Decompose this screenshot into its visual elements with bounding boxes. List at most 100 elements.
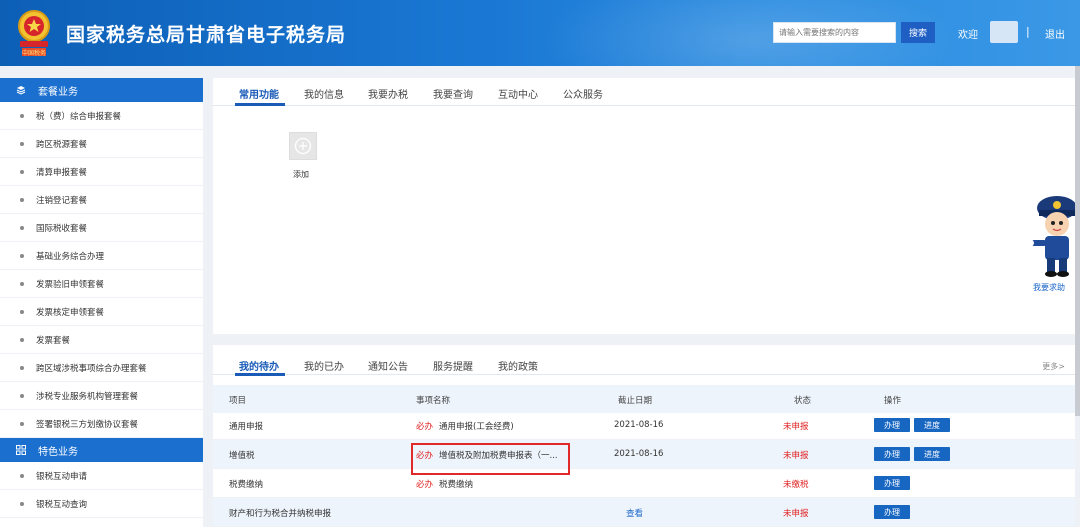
bullet-icon (20, 337, 24, 342)
bullet-icon (20, 421, 24, 426)
progress-button[interactable]: 进度 (914, 418, 950, 432)
view-link[interactable]: 查看 (626, 507, 643, 519)
cell-deadline: 2021-08-16 (614, 449, 664, 459)
tab-my-info[interactable]: 我的信息 (304, 86, 344, 101)
sidebar-item-label: 发票套餐 (36, 335, 71, 346)
tax-emblem-icon: 中国税务 (18, 10, 50, 57)
sidebar-item-label: 跨区税源套餐 (36, 139, 88, 150)
item-name-text: 税费缴纳 (439, 480, 474, 490)
status-badge: 未申报 (783, 509, 809, 519)
sidebar-item-label: 涉税专业服务机构管理套餐 (36, 391, 139, 402)
tab-do-tax[interactable]: 我要办税 (368, 86, 408, 101)
header-separator: | (1026, 25, 1030, 38)
bullet-icon (20, 141, 24, 146)
page-scrollbar[interactable] (1075, 66, 1080, 416)
column-header: 状态 (794, 396, 812, 406)
column-header: 项目 (229, 396, 247, 406)
help-link[interactable]: 我要求助 (1033, 282, 1065, 293)
user-name-box[interactable] (990, 21, 1018, 43)
bullet-icon (20, 365, 24, 370)
table-row: 通用申报 必办 通用申报(工会经费) 2021-08-16 未申报 办理 进度 (213, 411, 1075, 440)
tab-active-indicator (235, 103, 285, 106)
column-header: 操作 (884, 396, 902, 406)
add-function-label: 添加 (293, 170, 309, 179)
sidebar-item[interactable]: 发票验旧申领套餐 (0, 270, 203, 298)
top-tab-bar: 常用功能 我的信息 我要办税 我要查询 互动中心 公众服务 (213, 78, 1075, 106)
sidebar-item[interactable]: 税（费）综合申报套餐 (0, 102, 203, 130)
tab-my-done[interactable]: 我的已办 (304, 358, 344, 373)
sidebar-item[interactable]: 涉税专业服务机构管理套餐 (0, 382, 203, 410)
table-row: 增值税 必办 增值税及附加税费申报表（一... 2021-08-16 未申报 办理… (213, 440, 1075, 469)
logout-link[interactable]: 退出 (1045, 26, 1065, 41)
status-badge: 未申报 (783, 451, 809, 461)
sidebar-item[interactable]: 签署银税三方划缴协议套餐 (0, 410, 203, 438)
sidebar-item-label: 注销登记套餐 (36, 195, 88, 206)
tab-my-todo[interactable]: 我的待办 (239, 358, 279, 373)
must-do-tag: 必办 (416, 480, 434, 490)
bullet-icon (20, 113, 24, 118)
site-title: 国家税务总局甘肃省电子税务局 (66, 24, 347, 46)
bullet-icon (20, 393, 24, 398)
sidebar-item-label: 发票验旧申领套餐 (36, 279, 105, 290)
bullet-icon (20, 309, 24, 314)
handle-button[interactable]: 办理 (874, 505, 910, 519)
sidebar-item[interactable]: 发票套餐 (0, 326, 203, 354)
table-row: 财产和行为税合并纳税申报 查看 未申报 办理 (213, 498, 1075, 527)
cell-item-name[interactable]: 必办 税费缴纳 (416, 478, 473, 490)
bullet-icon (20, 225, 24, 230)
sidebar-item[interactable]: 基础业务综合办理 (0, 242, 203, 270)
sidebar-item-label: 跨区域涉税事项综合办理套餐 (36, 363, 147, 374)
todo-panel: 我的待办 我的已办 通知公告 服务提醒 我的政策 更多> 项目 事项名称 截止日… (213, 345, 1075, 527)
bullet-icon (20, 501, 24, 506)
tab-active-indicator (235, 373, 285, 376)
tab-common[interactable]: 常用功能 (239, 86, 279, 101)
table-header: 项目 事项名称 截止日期 状态 操作 (213, 385, 1075, 413)
handle-button[interactable]: 办理 (874, 418, 910, 432)
column-header: 截止日期 (618, 396, 653, 406)
sidebar-item-label: 签署银税三方划缴协议套餐 (36, 419, 139, 430)
sidebar-item[interactable]: 跨区税源套餐 (0, 130, 203, 158)
search-button[interactable]: 搜索 (901, 22, 935, 43)
bottom-tab-bar: 我的待办 我的已办 通知公告 服务提醒 我的政策 (213, 345, 1075, 376)
sidebar-item-label: 银税互动查询 (36, 499, 88, 510)
welcome-text: 欢迎 (958, 30, 978, 41)
sidebar-item[interactable]: 清算申报套餐 (0, 158, 203, 186)
tab-public-service[interactable]: 公众服务 (563, 86, 603, 101)
sidebar-item[interactable]: 发票核定申领套餐 (0, 298, 203, 326)
header-glow (540, 0, 960, 66)
cell-project: 税费缴纳 (229, 480, 264, 490)
cell-deadline: 2021-08-16 (614, 420, 664, 430)
cell-project: 通用申报 (229, 422, 264, 432)
cell-item-name[interactable]: 必办 通用申报(工会经费) (416, 420, 514, 432)
sidebar-item[interactable]: 注销登记套餐 (0, 186, 203, 214)
tab-notices[interactable]: 通知公告 (368, 358, 408, 373)
handle-button[interactable]: 办理 (874, 447, 910, 461)
search-input[interactable] (773, 22, 896, 43)
sidebar-item-label: 税（费）综合申报套餐 (36, 111, 122, 122)
sidebar-item[interactable]: 银税互动申请 (0, 462, 203, 490)
tab-query[interactable]: 我要查询 (433, 86, 473, 101)
add-function-button[interactable] (289, 132, 317, 160)
bullet-icon (20, 253, 24, 258)
plus-circle-icon (294, 137, 312, 155)
handle-button[interactable]: 办理 (874, 476, 910, 490)
tax-officer-mascot-icon[interactable] (1025, 192, 1080, 280)
sidebar-item[interactable]: 银税互动查询 (0, 490, 203, 518)
sidebar-category-package[interactable]: 套餐业务 (0, 78, 203, 102)
tab-service-reminder[interactable]: 服务提醒 (433, 358, 473, 373)
bullet-icon (20, 281, 24, 286)
progress-button[interactable]: 进度 (914, 447, 950, 461)
sidebar-item-label: 国际税收套餐 (36, 223, 88, 234)
tab-interaction[interactable]: 互动中心 (498, 86, 538, 101)
bullet-icon (20, 473, 24, 478)
sidebar-item[interactable]: 跨区域涉税事项综合办理套餐 (0, 354, 203, 382)
tab-my-policy[interactable]: 我的政策 (498, 358, 538, 373)
cell-project: 增值税 (229, 451, 255, 461)
more-link[interactable]: 更多> (1042, 361, 1065, 372)
sidebar-item[interactable]: 国际税收套餐 (0, 214, 203, 242)
column-header: 事项名称 (416, 396, 451, 406)
must-do-tag: 必办 (416, 422, 434, 432)
sidebar-item-label: 基础业务综合办理 (36, 251, 105, 262)
status-badge: 未申报 (783, 422, 809, 432)
sidebar-category-special[interactable]: 特色业务 (0, 438, 203, 462)
